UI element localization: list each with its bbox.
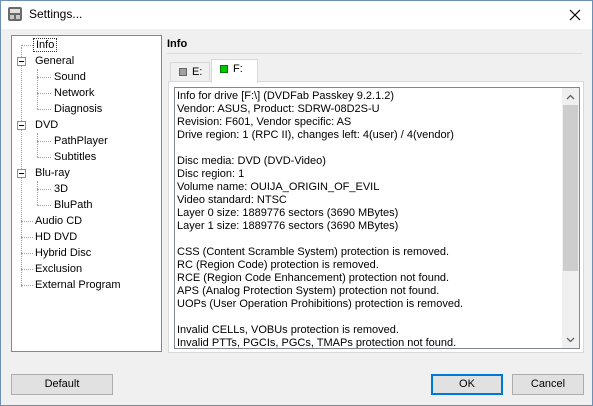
info-line: Volume name: OUIJA_ORIGIN_OF_EVIL	[177, 181, 380, 193]
tree-item-dvd[interactable]: DVD	[33, 117, 60, 133]
app-icon	[8, 7, 22, 21]
info-line: Disc region: 1	[177, 168, 245, 180]
info-line: Invalid CELLs, VOBUs protection is remov…	[177, 324, 399, 336]
tree-item-hybrid-disc[interactable]: Hybrid Disc	[33, 245, 93, 261]
panel-title: Info	[167, 38, 188, 50]
tree-item-network[interactable]: Network	[52, 85, 96, 101]
settings-tree[interactable]: Info General Sound Network Diagnosis DVD…	[11, 35, 162, 352]
tree-item-general[interactable]: General	[33, 53, 76, 69]
expand-general-icon[interactable]	[17, 57, 26, 66]
expand-dvd-icon[interactable]	[17, 121, 26, 130]
tree-item-audio-cd[interactable]: Audio CD	[33, 213, 84, 229]
info-blank-line	[177, 142, 561, 155]
info-line: Revision: F601, Vendor specific: AS	[177, 116, 352, 128]
info-line: Vendor: ASUS, Product: SDRW-08D2S-U	[177, 103, 380, 115]
tree-item-blupath[interactable]: BluPath	[52, 197, 95, 213]
info-line: Disc media: DVD (DVD-Video)	[177, 155, 326, 167]
scroll-thumb[interactable]	[563, 105, 578, 271]
panel-title-divider	[167, 53, 583, 54]
info-line: RC (Region Code) protection is removed.	[177, 259, 379, 271]
tab-drive-f[interactable]: F:	[211, 59, 258, 83]
info-line: Video standard: NTSC	[177, 194, 287, 206]
settings-window: Settings... Info General Sound Network D…	[0, 0, 593, 406]
info-blank-line	[177, 233, 561, 246]
scroll-up-button[interactable]	[562, 88, 579, 105]
tree-item-sound[interactable]: Sound	[52, 69, 88, 85]
tree-item-external-program[interactable]: External Program	[33, 277, 123, 293]
tree-item-3d[interactable]: 3D	[52, 181, 70, 197]
vertical-scrollbar[interactable]	[562, 88, 579, 348]
info-line: APS (Analog Protection System) protectio…	[177, 285, 440, 297]
window-title: Settings...	[29, 7, 83, 21]
drive-info-text: Info for drive [F:\] (DVDFab Passkey 9.2…	[177, 90, 561, 349]
tree-item-exclusion[interactable]: Exclusion	[33, 261, 84, 277]
info-blank-line	[177, 311, 561, 324]
tab-panel: Info for drive [F:\] (DVDFab Passkey 9.2…	[168, 81, 584, 353]
expand-bluray-icon[interactable]	[17, 169, 26, 178]
tree-item-diagnosis[interactable]: Diagnosis	[52, 101, 104, 117]
info-line: Info for drive [F:\] (DVDFab Passkey 9.2…	[177, 90, 395, 102]
drive-info-textbox[interactable]: Info for drive [F:\] (DVDFab Passkey 9.2…	[174, 87, 580, 349]
ok-button[interactable]: OK	[431, 374, 503, 395]
info-line: CSS (Content Scramble System) protection…	[177, 246, 450, 258]
info-line: Layer 1 size: 1889776 sectors (3690 MByt…	[177, 220, 399, 232]
close-button[interactable]	[558, 1, 592, 29]
drive-status-icon	[179, 68, 187, 77]
info-line: Layer 0 size: 1889776 sectors (3690 MByt…	[177, 207, 399, 219]
tree-item-bluray[interactable]: Blu-ray	[33, 165, 72, 181]
default-button[interactable]: Default	[11, 374, 113, 395]
scroll-down-button[interactable]	[562, 331, 579, 348]
info-line: Drive region: 1 (RPC II), changes left: …	[177, 129, 454, 141]
tree-item-subtitles[interactable]: Subtitles	[52, 149, 98, 165]
tab-drive-e[interactable]: E:	[170, 62, 210, 83]
cancel-button[interactable]: Cancel	[512, 374, 584, 395]
info-line: UOPs (User Operation Prohibitions) prote…	[177, 298, 464, 310]
info-line: Invalid PTTs, PGCIs, PGCs, TMAPs protect…	[177, 337, 457, 349]
title-bar: Settings...	[1, 1, 592, 29]
chevron-up-icon	[566, 94, 575, 99]
tree-item-info[interactable]: Info	[33, 37, 58, 53]
drive-status-icon	[220, 65, 228, 74]
tree-item-pathplayer[interactable]: PathPlayer	[52, 133, 110, 149]
tree-item-hd-dvd[interactable]: HD DVD	[33, 229, 79, 245]
chevron-down-icon	[566, 337, 575, 342]
info-line: RCE (Region Code Enhancement) protection…	[177, 272, 450, 284]
close-icon	[569, 9, 581, 21]
